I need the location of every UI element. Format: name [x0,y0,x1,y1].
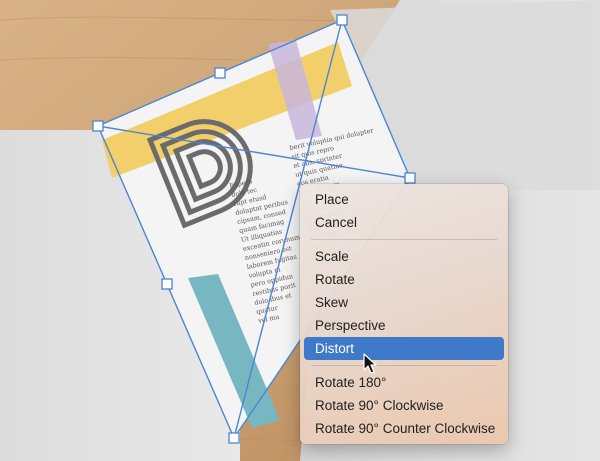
menu-item-cancel[interactable]: Cancel [304,211,504,234]
menu-item-perspective[interactable]: Perspective [304,314,504,337]
menu-separator [311,365,497,366]
handle-top-middle[interactable] [214,67,226,79]
handle-right-middle[interactable] [404,172,416,184]
menu-item-scale[interactable]: Scale [304,245,504,268]
handle-top-left[interactable] [92,120,104,132]
arrow-pointer-icon [363,353,377,374]
handle-left-middle[interactable] [161,278,173,290]
menu-item-distort[interactable]: Distort [304,337,504,360]
menu-item-skew[interactable]: Skew [304,291,504,314]
menu-item-rotate-90-ccw[interactable]: Rotate 90° Counter Clockwise [304,417,504,440]
menu-separator [311,239,497,240]
handle-bottom-left[interactable] [228,432,240,444]
menu-item-rotate-180[interactable]: Rotate 180° [304,371,504,394]
menu-item-rotate[interactable]: Rotate [304,268,504,291]
context-menu: Place Cancel Scale Rotate Skew Perspecti… [300,184,508,444]
menu-item-rotate-90-cw[interactable]: Rotate 90° Clockwise [304,394,504,417]
handle-top-right[interactable] [336,14,348,26]
menu-item-place[interactable]: Place [304,188,504,211]
